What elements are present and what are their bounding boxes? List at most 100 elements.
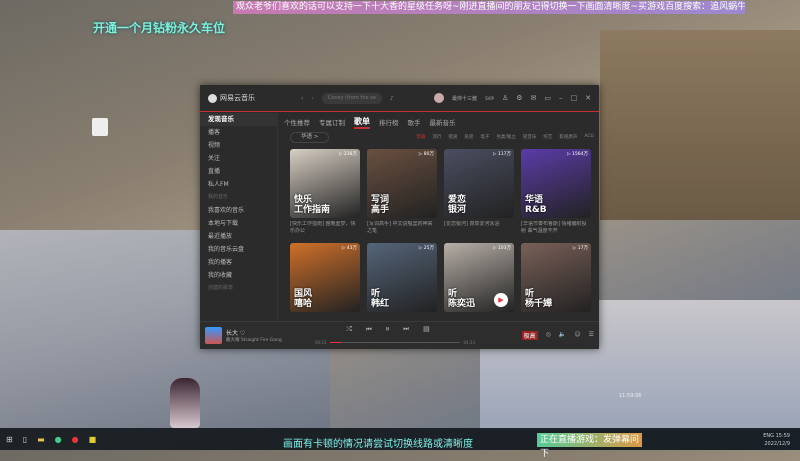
play-count: ▷ 80万 xyxy=(418,152,434,157)
playlist-cover[interactable]: ▷ 117万 爱恋 银河 xyxy=(444,149,514,218)
playlist-cover[interactable]: ▷ 238万 快乐 工作指南 xyxy=(290,149,360,218)
playlist-icon[interactable]: ☰ xyxy=(589,331,594,340)
close-button[interactable]: ✕ xyxy=(585,94,591,102)
tag-item[interactable]: 华语 xyxy=(416,134,425,140)
cover-title: 听 韩红 xyxy=(371,289,390,309)
category-button[interactable]: 华语 > xyxy=(290,131,330,143)
tag-item[interactable]: 流行 xyxy=(432,134,441,140)
quality-button[interactable]: 极高 xyxy=(521,331,538,340)
mini-mode-icon[interactable]: ▭ xyxy=(544,94,551,102)
sidebar-item-fm[interactable]: 私人FM xyxy=(200,178,277,191)
minimize-button[interactable]: – xyxy=(559,94,563,102)
volume-icon[interactable]: 🔈 xyxy=(559,331,566,340)
listen-together-icon[interactable]: ☺ xyxy=(574,331,580,340)
playlist-title[interactable]: [快乐工作指南] 整晚噩梦，快乐办公 xyxy=(290,221,360,237)
sidebar-item-collection[interactable]: 我的收藏 xyxy=(200,269,277,282)
lyrics-button[interactable]: ▤ xyxy=(423,325,444,333)
mic-icon[interactable]: ♪ xyxy=(390,95,394,102)
username[interactable]: 最帅十三酱 xyxy=(452,95,477,102)
playlist-grid: ▷ 238万 快乐 工作指南 [快乐工作指南] 整晚噩梦，快乐办公 ▷ 80万 写词 高… xyxy=(290,149,594,331)
progress-bar[interactable]: 00:23 04:23 xyxy=(315,340,475,345)
playlist-card[interactable]: ▷ 238万 快乐 工作指南 [快乐工作指南] 整晚噩梦，快乐办公 xyxy=(290,149,360,237)
playlist-cover[interactable]: ▷ 80万 写词 高手 xyxy=(367,149,437,218)
pause-button[interactable]: ⏸ xyxy=(386,325,404,333)
prev-button[interactable]: ⏮ xyxy=(366,325,386,333)
playback-controls: ⤮⏮⏸⏭▤ xyxy=(315,325,475,334)
start-icon[interactable]: ⊞ xyxy=(6,435,13,444)
search-input[interactable]: Coney (from the se xyxy=(321,92,382,104)
tab-recommend[interactable]: 个性推荐 xyxy=(284,117,310,127)
song-artist[interactable]: 戴大耀 Straight Fire Gang xyxy=(226,337,306,343)
tab-new-music[interactable]: 最新音乐 xyxy=(430,117,456,127)
sidebar-item-live[interactable]: 直播 xyxy=(200,165,277,178)
sidebar-item-video[interactable]: 视频 xyxy=(200,139,277,152)
system-tray[interactable]: ENG 15:59 2022/12/9 xyxy=(763,432,790,448)
play-icon[interactable]: ▶ xyxy=(494,293,508,307)
skin-icon[interactable]: ♙ xyxy=(502,94,508,102)
playlist-title[interactable]: [写词高手] 中文说唱里的神来之笔 xyxy=(367,221,437,237)
tab-charts[interactable]: 排行榜 xyxy=(379,117,399,127)
tag-item[interactable]: 另类/独立 xyxy=(496,134,516,140)
progress-fill xyxy=(329,342,342,343)
logo-icon xyxy=(208,93,217,103)
tag-item[interactable]: ACG xyxy=(584,134,594,140)
playlist-card[interactable]: ▷ 103万听 陈奕迅 ▶ xyxy=(444,243,514,331)
wallpaper-shelf xyxy=(600,30,800,220)
playlist-card[interactable]: ▷ 25万听 韩红 xyxy=(367,243,437,331)
playlist-card[interactable]: ▷ 1564万 华语 R&B [华语节奏布鲁斯] 情绪编织投射 曲气温度不开 xyxy=(521,149,591,237)
maximize-button[interactable]: □ xyxy=(571,94,578,102)
sidebar-item-local[interactable]: 本地与下载 xyxy=(200,217,277,230)
chrome-icon[interactable]: ● xyxy=(55,435,62,444)
playlist-cover[interactable]: ▷ 25万听 韩红 xyxy=(367,243,437,312)
created-playlists-header[interactable]: 创建的歌单 xyxy=(200,282,277,295)
playlist-card[interactable]: ▷ 117万 爱恋 银河 [爱恋银河] 真挚爱河永浴 xyxy=(444,149,514,237)
album-cover[interactable] xyxy=(205,327,222,344)
lang-indicator[interactable]: ENG xyxy=(763,433,774,439)
song-title[interactable]: 长大 ♡ xyxy=(226,330,245,337)
playlist-cover[interactable]: ▷ 43万 国风 嘻哈 xyxy=(290,243,360,312)
playlist-title[interactable]: [华语节奏布鲁斯] 情绪编织投射 曲气温度不开 xyxy=(521,221,591,237)
avatar[interactable] xyxy=(434,93,445,103)
forward-button[interactable]: › xyxy=(311,95,313,102)
task-view-icon[interactable]: ▯ xyxy=(23,435,27,444)
tab-playlists[interactable]: 歌单 xyxy=(354,116,370,129)
effects-icon[interactable]: ◎ xyxy=(546,331,551,340)
sidebar-item-liked[interactable]: 我喜欢的音乐 xyxy=(200,204,277,217)
back-button[interactable]: ‹ xyxy=(301,95,303,102)
live-status: 正在直播游戏：发弹幕问下 xyxy=(537,433,642,459)
tag-item[interactable]: 摇滚 xyxy=(448,134,457,140)
sidebar-item-cloud[interactable]: 我的音乐云盘 xyxy=(200,243,277,256)
shuffle-icon[interactable]: ⤮ xyxy=(346,325,366,333)
cover-title: 爱恋 银河 xyxy=(448,195,467,215)
sidebar-item-follow[interactable]: 关注 xyxy=(200,152,277,165)
clock-date: 2022/12/9 xyxy=(764,441,790,447)
playlist-cover[interactable]: ▷ 103万听 陈奕迅 ▶ xyxy=(444,243,514,312)
playlist-cover[interactable]: ▷ 17万听 杨千嬅 xyxy=(521,243,591,312)
playlist-card[interactable]: ▷ 43万 国风 嘻哈 xyxy=(290,243,360,331)
sidebar-item-discover[interactable]: 发现音乐 xyxy=(200,113,277,126)
tag-item[interactable]: 综艺 xyxy=(543,134,552,140)
tag-item[interactable]: 轻音乐 xyxy=(523,134,537,140)
playlist-card[interactable]: ▷ 17万听 杨千嬅 xyxy=(521,243,591,331)
tab-custom[interactable]: 专属订制 xyxy=(319,117,345,127)
tag-item[interactable]: 电子 xyxy=(480,134,489,140)
sidebar-item-my-podcast[interactable]: 我的播客 xyxy=(200,256,277,269)
vip-badge: SVIP xyxy=(485,95,494,101)
tab-artists[interactable]: 歌手 xyxy=(408,117,421,127)
playlist-cover[interactable]: ▷ 1564万 华语 R&B xyxy=(521,149,591,218)
netease-icon[interactable]: ● xyxy=(72,435,79,444)
filter-row: 华语 > 华语 流行 摇滚 民谣 电子 另类/独立 轻音乐 综艺 影视原声 ACG xyxy=(284,131,594,143)
mail-icon[interactable]: ✉ xyxy=(531,94,537,102)
tag-item[interactable]: 民谣 xyxy=(464,134,473,140)
app-icon[interactable]: ■ xyxy=(89,435,97,444)
playlist-card[interactable]: ▷ 80万 写词 高手 [写词高手] 中文说唱里的神来之笔 xyxy=(367,149,437,237)
play-count: ▷ 1564万 xyxy=(567,152,588,157)
settings-icon[interactable]: ⚙ xyxy=(516,94,522,102)
sidebar-item-recent[interactable]: 最近播放 xyxy=(200,230,277,243)
next-button[interactable]: ⏭ xyxy=(403,325,423,333)
tag-item[interactable]: 影视原声 xyxy=(559,134,577,140)
explorer-icon[interactable]: ▬ xyxy=(37,435,45,444)
desktop-file-icon[interactable] xyxy=(92,118,108,136)
sidebar-item-podcast[interactable]: 播客 xyxy=(200,126,277,139)
playlist-title[interactable]: [爱恋银河] 真挚爱河永浴 xyxy=(444,221,514,237)
